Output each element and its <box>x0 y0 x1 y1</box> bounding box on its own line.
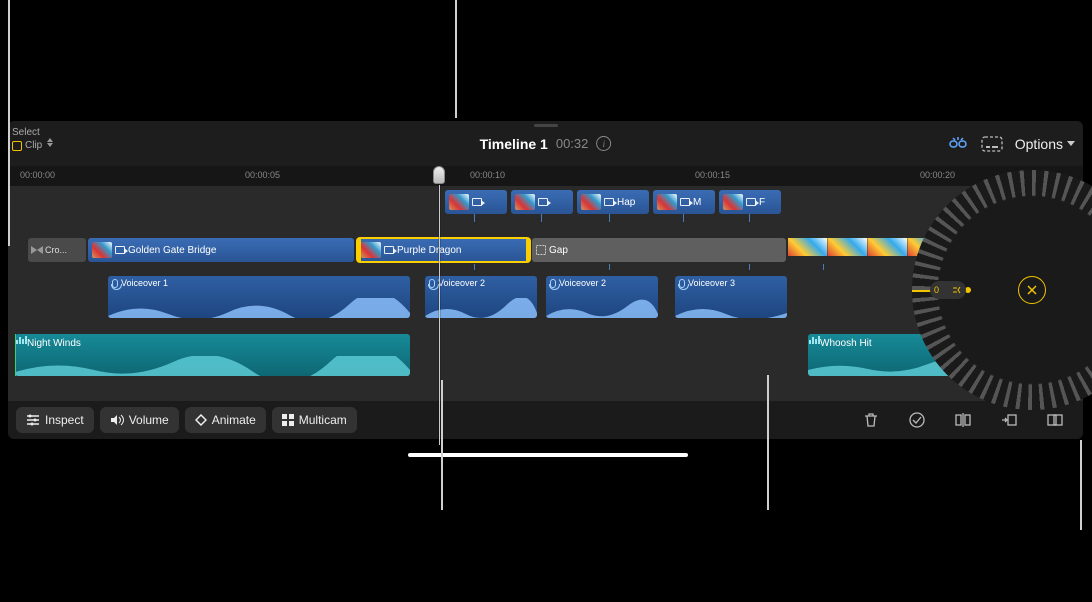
gap-clip[interactable]: Gap <box>532 238 786 262</box>
ruler-tc: 00:00:00 <box>20 170 55 180</box>
audio-icon <box>808 334 820 346</box>
clip-mode-button[interactable]: Clip <box>12 140 53 151</box>
split-button[interactable] <box>943 411 983 429</box>
cc-icon[interactable] <box>981 136 1003 152</box>
transition-icon <box>31 246 43 254</box>
gap-icon <box>536 245 546 255</box>
video-icon <box>604 198 614 206</box>
home-indicator <box>408 453 688 457</box>
video-icon <box>115 246 125 254</box>
enable-button[interactable] <box>897 411 937 429</box>
connected-clip[interactable]: F <box>719 190 781 214</box>
drag-handle[interactable] <box>534 124 558 127</box>
chevron-down-icon <box>1067 141 1075 146</box>
callout-line <box>455 0 457 118</box>
timeline-timecode: 00:32 <box>556 136 589 151</box>
marker <box>15 334 16 376</box>
video-icon <box>472 198 482 206</box>
ruler-tc: 00:00:15 <box>695 170 730 180</box>
info-icon[interactable]: i <box>596 136 611 151</box>
video-icon <box>384 246 394 254</box>
voiceover-clip[interactable]: Voiceover 3 <box>675 276 787 318</box>
select-mode-area: Select Clip <box>12 127 53 154</box>
primary-clip-selected[interactable]: Purple Dragon <box>357 238 530 262</box>
timeline-header: Select Clip Timeline 1 00:32 i Options <box>8 121 1083 166</box>
ruler-tc: 00:00:05 <box>245 170 280 180</box>
transition-clip[interactable]: Cro... <box>28 238 86 262</box>
multicam-button[interactable]: Multicam <box>272 407 357 433</box>
video-icon <box>538 198 548 206</box>
delete-button[interactable] <box>851 411 891 429</box>
trim-handle-right[interactable] <box>526 238 530 262</box>
ruler-tc: 00:00:10 <box>470 170 505 180</box>
voiceover-clip[interactable]: Voiceover 2 <box>425 276 537 318</box>
voiceover-clip[interactable]: Voiceover 2 <box>546 276 658 318</box>
voiceover-clip[interactable]: Voiceover 1 <box>108 276 410 318</box>
mic-icon <box>550 279 556 288</box>
close-jog-button[interactable] <box>1018 276 1046 304</box>
insert-button[interactable] <box>989 411 1029 429</box>
playhead-line <box>439 185 440 445</box>
options-label: Options <box>1015 136 1063 152</box>
callout-line <box>767 375 769 510</box>
callout-line <box>8 0 10 246</box>
mic-icon <box>112 279 118 288</box>
mic-icon <box>429 279 435 288</box>
video-icon <box>746 198 756 206</box>
connected-clip[interactable] <box>511 190 573 214</box>
time-ruler[interactable]: 00:00:00 00:00:05 00:00:10 00:00:15 00:0… <box>8 166 1083 186</box>
video-icon <box>680 198 690 206</box>
clip-mode-label: Clip <box>25 140 42 151</box>
callout-line <box>1080 440 1082 530</box>
music-clip[interactable]: Night Winds <box>15 334 410 376</box>
options-button[interactable]: Options <box>1015 136 1075 152</box>
volume-button[interactable]: Volume <box>100 407 179 433</box>
bottom-toolbar: Inspect Volume Animate Multicam <box>8 401 1083 439</box>
callout-line <box>441 380 443 510</box>
select-label: Select <box>12 127 53 138</box>
connected-clip[interactable] <box>445 190 507 214</box>
mic-icon <box>679 279 685 288</box>
connected-clip[interactable]: Hap <box>577 190 649 214</box>
nudge-frames-pill[interactable]: 0 <box>930 281 966 299</box>
timeline-title: Timeline 1 <box>480 136 548 152</box>
clip-mode-icon <box>12 141 22 151</box>
ruler-tc: 00:00:20 <box>920 170 955 180</box>
audio-icon <box>15 334 27 346</box>
connected-clip[interactable]: M <box>653 190 715 214</box>
trim-handle-left[interactable] <box>357 238 361 262</box>
header-center: Timeline 1 00:32 i <box>480 136 612 152</box>
primary-clip[interactable]: Golden Gate Bridge <box>88 238 354 262</box>
overwrite-button[interactable] <box>1035 411 1075 429</box>
magnetic-link-icon[interactable] <box>947 136 969 152</box>
inspect-button[interactable]: Inspect <box>16 407 94 433</box>
animate-button[interactable]: Animate <box>185 407 266 433</box>
playhead[interactable] <box>433 166 445 184</box>
